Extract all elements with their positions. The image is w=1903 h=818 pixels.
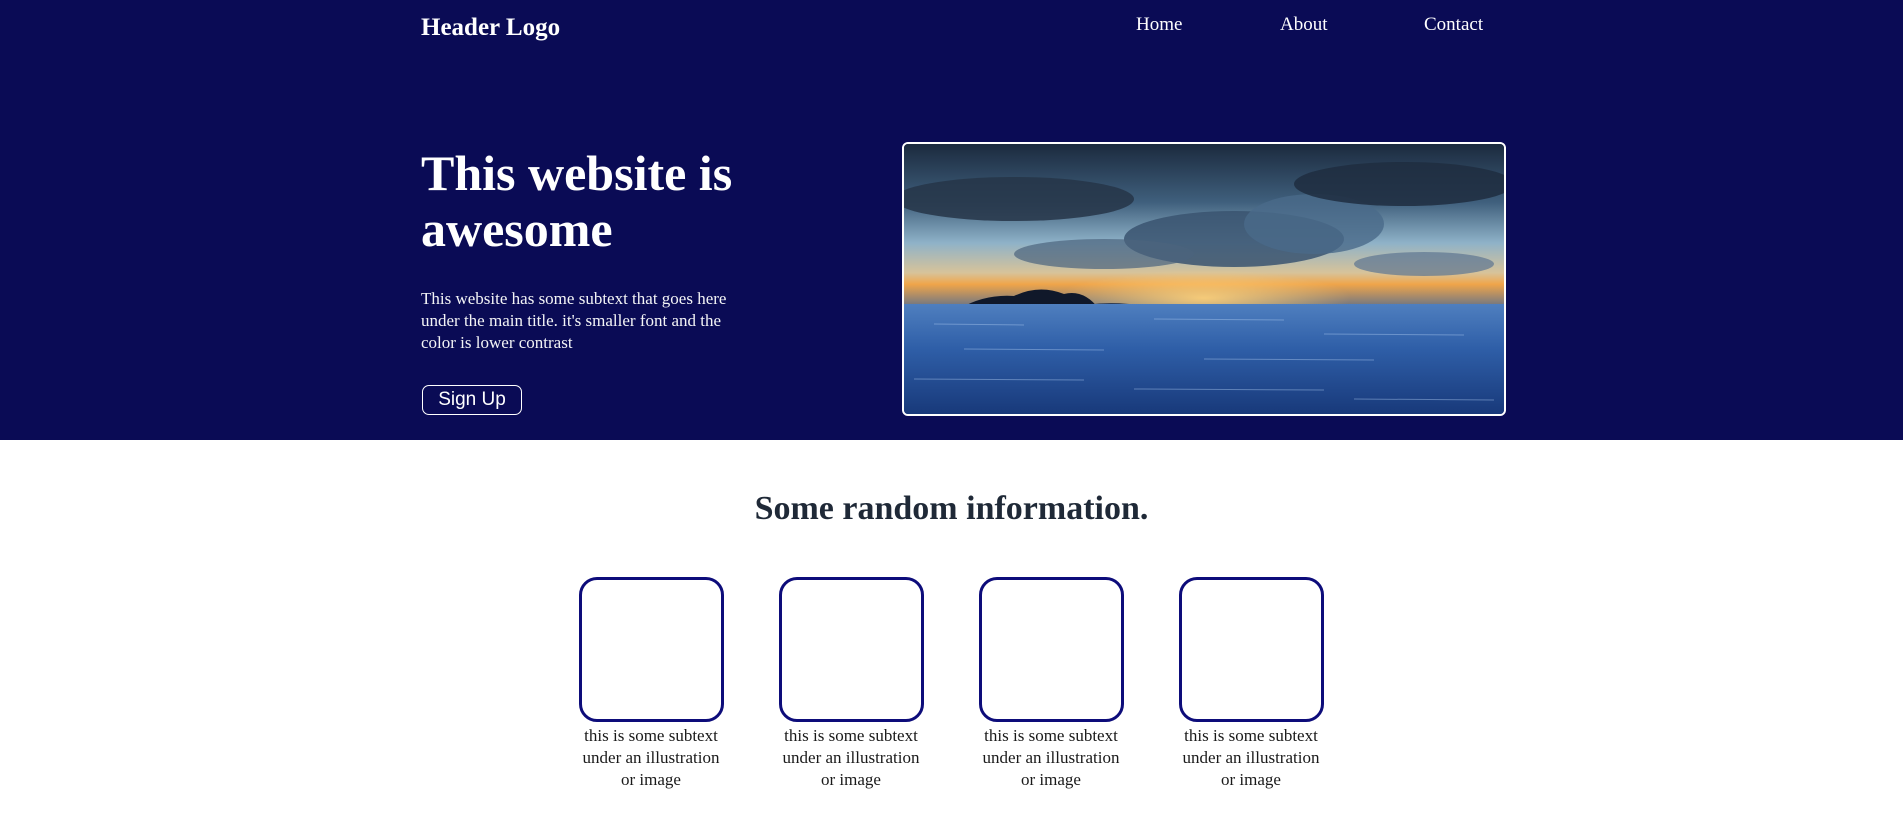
sign-up-button[interactable]: Sign Up [422,385,522,415]
info-card: this is some subtext under an illustrati… [977,577,1125,791]
illustration-placeholder [778,577,924,722]
section-title: Some random information. [754,490,1149,527]
info-card: this is some subtext under an illustrati… [1177,577,1325,791]
seascape-sunset-image [904,144,1504,414]
card-subtext: this is some subtext under an illustrati… [582,726,720,789]
illustration-placeholder [578,577,724,722]
header-logo[interactable]: Header Logo [421,13,560,43]
nav-contact-link[interactable]: Contact [1424,13,1483,37]
illustration-placeholder [978,577,1124,722]
info-card: this is some subtext under an illustrati… [577,577,725,791]
nav-home-link[interactable]: Home [1136,13,1182,37]
card-subtext: this is some subtext under an illustrati… [982,726,1120,789]
illustration-placeholder [1178,577,1324,722]
hero-section: Header Logo Home About Contact This webs… [0,0,1903,440]
hero-image [902,142,1506,416]
info-card: this is some subtext under an illustrati… [777,577,925,791]
card-subtext: this is some subtext under an illustrati… [1182,726,1320,789]
hero-subtext: This website has some subtext that goes … [421,289,727,352]
nav-about-link[interactable]: About [1280,13,1328,37]
card-subtext: this is some subtext under an illustrati… [782,726,920,789]
hero-title: This website is awesome [421,145,733,257]
